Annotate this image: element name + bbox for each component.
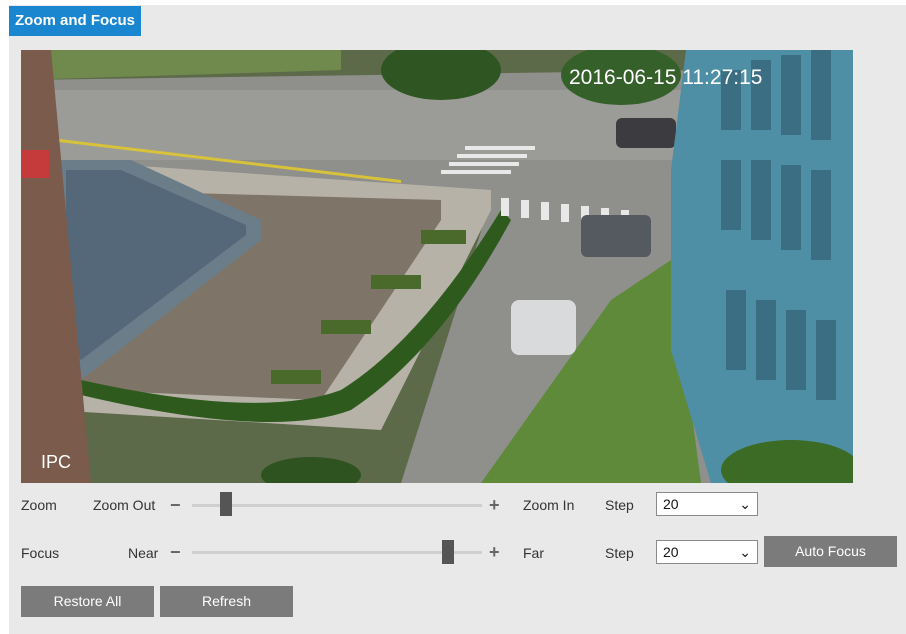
plus-icon[interactable]: + <box>489 543 500 561</box>
far-label: Far <box>523 545 544 561</box>
zoom-label: Zoom <box>21 497 57 513</box>
focus-step-label: Step <box>605 545 634 561</box>
chevron-down-icon: ⌄ <box>739 496 751 512</box>
focus-slider-thumb[interactable] <box>442 540 455 564</box>
refresh-button[interactable]: Refresh <box>160 586 293 617</box>
near-label: Near <box>128 545 159 561</box>
zoom-slider-thumb[interactable] <box>219 492 232 516</box>
minus-icon[interactable]: − <box>170 496 181 514</box>
plus-icon[interactable]: + <box>489 496 500 514</box>
zoom-step-value: 20 <box>663 496 679 512</box>
video-timestamp: 2016-06-15 11:27:15 <box>569 66 762 89</box>
zoom-in-label: Zoom In <box>523 497 575 513</box>
chevron-down-icon: ⌄ <box>739 544 751 560</box>
focus-slider-track[interactable] <box>192 551 482 554</box>
focus-step-select[interactable]: 20 ⌄ <box>656 540 758 564</box>
focus-label: Focus <box>21 545 60 561</box>
zoom-step-select[interactable]: 20 ⌄ <box>656 492 758 516</box>
video-preview[interactable]: 2016-06-15 11:27:15 IPC <box>21 50 853 483</box>
minus-icon[interactable]: − <box>170 543 181 561</box>
camera-scene-image: 2016-06-15 11:27:15 IPC <box>21 50 853 483</box>
focus-step-value: 20 <box>663 544 679 560</box>
zoom-slider-track[interactable] <box>192 504 482 507</box>
page-title: Zoom and Focus <box>9 6 141 36</box>
auto-focus-button[interactable]: Auto Focus <box>764 536 897 567</box>
zoom-out-label: Zoom Out <box>93 497 156 513</box>
restore-all-button[interactable]: Restore All <box>21 586 154 617</box>
video-watermark: IPC <box>41 452 71 472</box>
zoom-step-label: Step <box>605 497 634 513</box>
